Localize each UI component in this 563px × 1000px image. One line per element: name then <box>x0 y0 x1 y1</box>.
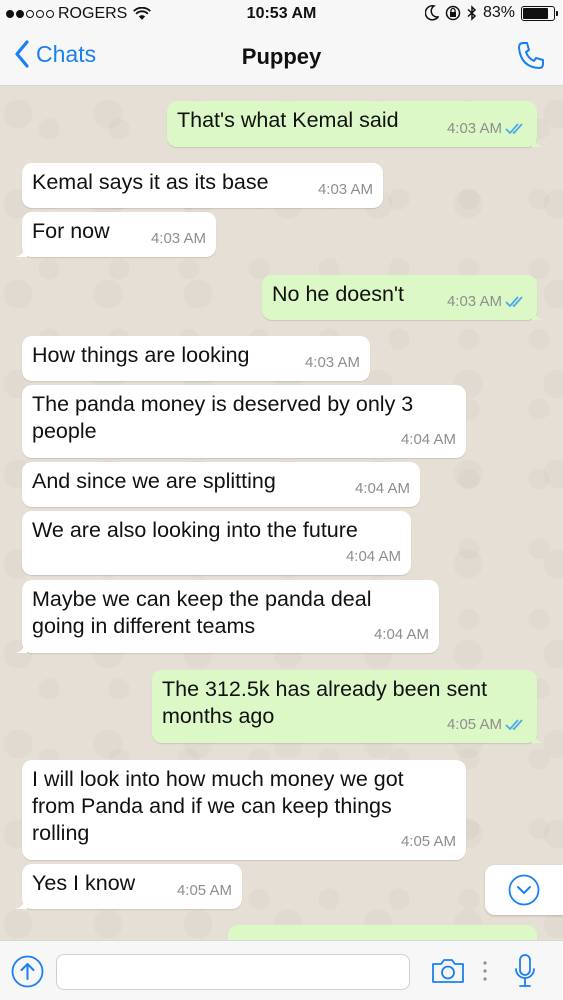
bubble-tail <box>532 133 544 147</box>
double-check-icon <box>505 122 523 134</box>
rotation-lock-icon <box>445 5 461 21</box>
moon-icon <box>424 5 439 21</box>
outgoing-message[interactable]: No he doesn't 4:03 AM <box>262 275 544 320</box>
message-list[interactable]: That's what Kemal said 4:03 AM Kemal say… <box>0 87 563 940</box>
camera-icon[interactable] <box>430 957 466 985</box>
message-text: The panda money is deserved by only 3 pe… <box>32 392 414 443</box>
more-dots-icon <box>483 961 487 981</box>
microphone-icon[interactable] <box>514 953 536 989</box>
incoming-message[interactable]: And since we are splitting 4:04 AM <box>22 462 420 507</box>
bubble-tail <box>15 895 27 909</box>
message-text: I will look into how much money we got f… <box>32 767 404 845</box>
message-time: 4:04 AM <box>354 480 410 497</box>
arrow-up-icon[interactable] <box>11 955 44 988</box>
message-text: And since we are splitting <box>32 469 276 493</box>
bluetooth-icon <box>467 5 477 21</box>
outgoing-message-partial[interactable] <box>228 925 537 940</box>
phone-icon[interactable] <box>515 40 547 72</box>
outgoing-message[interactable]: The 312.5k has already been sent months … <box>152 670 544 743</box>
incoming-message[interactable]: Maybe we can keep the panda deal going i… <box>15 580 439 653</box>
battery-percent: 83% <box>482 4 515 21</box>
message-time: 4:03 AM <box>447 288 527 315</box>
outgoing-message[interactable]: That's what Kemal said 4:03 AM <box>167 101 544 147</box>
bubble-tail <box>532 729 544 743</box>
incoming-message[interactable]: I will look into how much money we got f… <box>22 760 466 860</box>
double-check-icon <box>505 295 523 307</box>
message-time: 4:03 AM <box>304 354 360 371</box>
message-time: 4:04 AM <box>345 548 401 565</box>
message-time: 4:04 AM <box>373 626 429 643</box>
chevron-down-icon <box>508 874 540 906</box>
message-time: 4:04 AM <box>400 431 456 448</box>
double-check-icon <box>505 718 523 730</box>
scroll-to-bottom-button[interactable] <box>485 865 563 915</box>
incoming-message[interactable]: We are also looking into the future 4:04… <box>22 511 411 575</box>
battery-icon <box>521 5 558 21</box>
bubble-tail <box>15 243 27 257</box>
message-text: We are also looking into the future <box>32 518 358 542</box>
chat-header: Chats Puppey <box>0 28 563 86</box>
bubble-tail <box>532 306 544 320</box>
message-time: 4:03 AM <box>447 115 527 142</box>
bubble-tail <box>15 639 27 653</box>
status-right: 83% <box>424 4 558 22</box>
message-time: 4:05 AM <box>400 833 456 850</box>
status-bar: ROGERS 10:53 AM 83% <box>0 0 563 28</box>
incoming-message[interactable]: The panda money is deserved by only 3 pe… <box>22 385 466 458</box>
incoming-message[interactable]: Yes I know 4:05 AM <box>15 864 242 909</box>
composer-bar <box>0 940 563 1000</box>
message-input[interactable] <box>56 954 410 990</box>
incoming-message[interactable]: Kemal says it as its base 4:03 AM <box>22 163 383 208</box>
contact-name[interactable]: Puppey <box>0 44 563 70</box>
incoming-message[interactable]: For now 4:03 AM <box>15 212 216 257</box>
message-time: 4:03 AM <box>150 230 206 247</box>
message-text: Maybe we can keep the panda deal going i… <box>32 587 372 638</box>
message-time: 4:03 AM <box>317 181 373 198</box>
message-time: 4:05 AM <box>447 711 527 738</box>
message-time: 4:05 AM <box>176 882 232 899</box>
incoming-message[interactable]: How things are looking 4:03 AM <box>22 336 370 381</box>
